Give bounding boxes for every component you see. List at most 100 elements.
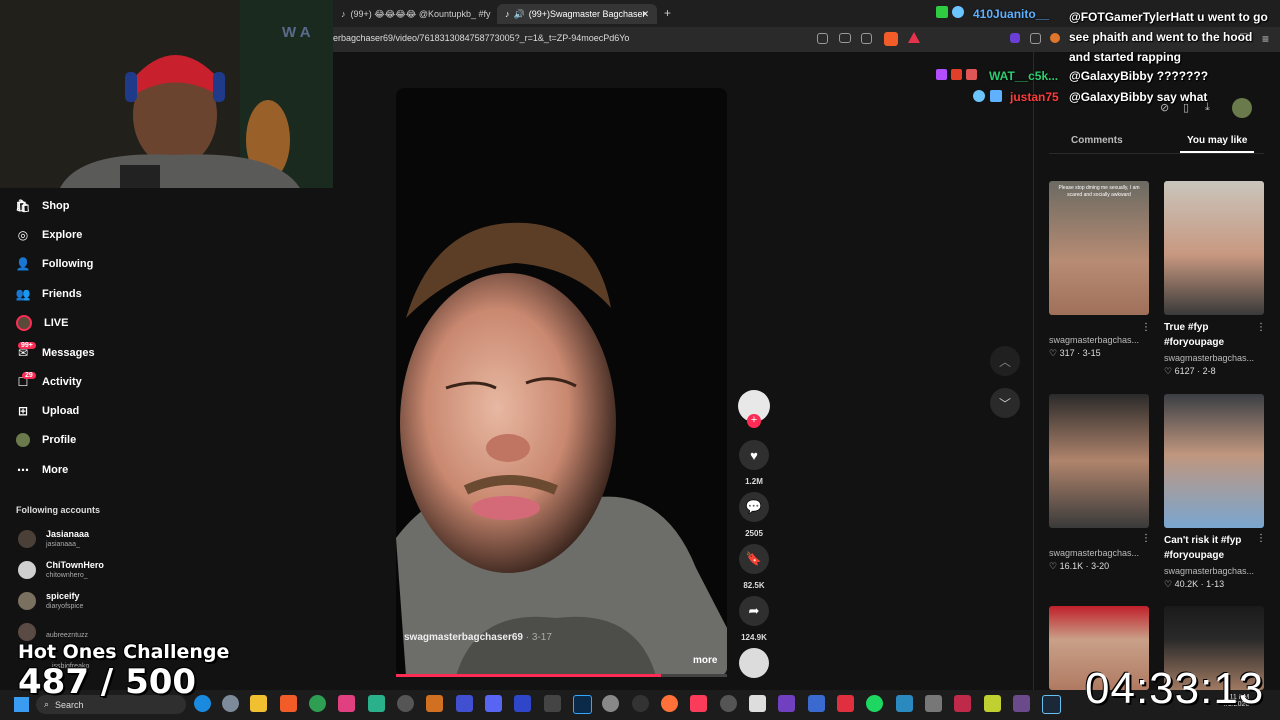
sidebar-item-shop[interactable]: 🛍 Shop <box>15 195 69 217</box>
sidebar-item-friends[interactable]: 👥 Friends <box>16 283 82 305</box>
app-icon[interactable] <box>896 695 913 712</box>
browser-tab[interactable]: ♪ (99+) 😂😂😂😂 @Kountupkb_ #fy <box>333 4 493 24</box>
app-icon[interactable] <box>368 695 385 712</box>
app-icon[interactable] <box>1013 695 1030 712</box>
video-thumbnail[interactable] <box>1164 181 1264 315</box>
brave-shield-icon[interactable] <box>884 32 898 46</box>
extension-icon[interactable] <box>1030 33 1041 44</box>
app-icon[interactable] <box>456 695 473 712</box>
edge-icon[interactable] <box>194 695 211 712</box>
previous-video-button[interactable]: ︿ <box>990 346 1020 376</box>
brave-rewards-icon[interactable] <box>908 32 920 43</box>
sidebar-item-label: Messages <box>42 347 95 359</box>
tab-you-may-like[interactable]: You may like <box>1187 135 1247 146</box>
user-avatar[interactable] <box>1232 98 1252 118</box>
account-name[interactable]: Jasianaaa <box>46 529 89 539</box>
extension-icon[interactable] <box>1010 33 1020 43</box>
activity-badge: 29 <box>22 372 36 379</box>
app-icon[interactable] <box>925 695 942 712</box>
sidebar-item-live[interactable]: LIVE <box>16 312 68 334</box>
rec-date: 3-20 <box>1091 561 1110 571</box>
video-thumbnail[interactable] <box>1164 394 1264 528</box>
video-player[interactable]: swagmasterbagchaser69 · 3-17 more <box>396 88 727 676</box>
app-icon[interactable] <box>426 695 443 712</box>
follow-plus-icon[interactable]: + <box>747 414 761 428</box>
sidebar-item-more[interactable]: ⋯ More <box>16 459 68 481</box>
comment-button[interactable]: 💬 <box>739 492 769 522</box>
rec-author[interactable]: swagmasterbagchas... <box>1164 566 1259 576</box>
music-disc-icon[interactable] <box>739 648 769 678</box>
extension-icon[interactable] <box>1050 33 1060 43</box>
avatar[interactable] <box>18 561 36 579</box>
app-icon[interactable] <box>514 695 531 712</box>
friends-icon: 👥 <box>15 287 31 301</box>
rec-stats: ♡ 317 · 3-15 <box>1049 348 1101 358</box>
avatar[interactable] <box>18 592 36 610</box>
app-icon[interactable] <box>778 695 795 712</box>
video-thumbnail[interactable] <box>1049 394 1149 528</box>
app-icon[interactable] <box>720 695 737 712</box>
settings-icon[interactable] <box>222 695 239 712</box>
cast-icon[interactable] <box>839 33 851 43</box>
profile-icon <box>16 433 30 447</box>
app-icon[interactable] <box>338 695 355 712</box>
app-icon[interactable] <box>749 695 766 712</box>
more-link[interactable]: more <box>693 655 717 666</box>
badge-icon <box>936 6 948 18</box>
sidebar-item-upload[interactable]: ⊞ Upload <box>16 400 79 422</box>
rec-title[interactable]: Can't risk it #fyp #foryoupage <box>1164 533 1259 563</box>
close-tab-icon[interactable]: ✕ <box>641 9 649 20</box>
rec-title[interactable]: True #fyp #foryoupage <box>1164 320 1259 350</box>
video-thumbnail[interactable]: Please stop dming me sexually, I am scar… <box>1049 181 1149 315</box>
upload-icon: ⊞ <box>17 404 29 418</box>
chat-username: 410Juanito__ <box>973 7 1049 21</box>
rec-author[interactable]: swagmasterbagchas... <box>1164 353 1259 363</box>
app-icon[interactable] <box>397 695 414 712</box>
browser-tab-active[interactable]: ♪ 🔊 (99+)Swagmaster Bagchaser ✕ <box>497 4 657 24</box>
sidebar-item-following[interactable]: 👤 Following <box>16 253 94 275</box>
video-author[interactable]: swagmasterbagchaser69 · 3-17 <box>404 632 552 643</box>
chevron-up-icon: ︿ <box>998 354 1011 369</box>
app-icon[interactable] <box>602 695 619 712</box>
sidebar-item-profile[interactable]: Profile <box>16 429 76 451</box>
app-icon[interactable] <box>984 695 1001 712</box>
chrome-icon[interactable] <box>309 695 326 712</box>
rec-author[interactable]: swagmasterbagchas... <box>1049 548 1144 558</box>
steam-icon[interactable] <box>1042 695 1061 714</box>
discord-icon[interactable] <box>485 695 502 712</box>
share-arrow-icon: ➦ <box>748 603 760 618</box>
share-icon[interactable] <box>861 33 872 44</box>
next-video-button[interactable]: ﹀ <box>990 388 1020 418</box>
brave-icon[interactable] <box>280 695 297 712</box>
author-name[interactable]: swagmasterbagchaser69 <box>404 632 523 643</box>
tab-comments[interactable]: Comments <box>1071 135 1123 146</box>
comment-icon: 💬 <box>745 499 763 514</box>
avatar[interactable] <box>18 623 36 641</box>
avatar[interactable] <box>18 530 36 548</box>
spotify-icon[interactable] <box>866 695 883 712</box>
save-button[interactable]: 🔖 <box>739 544 769 574</box>
sidebar-item-explore[interactable]: ◎ Explore <box>16 224 83 246</box>
rec-author[interactable]: swagmasterbagchas... <box>1049 335 1144 345</box>
account-name[interactable]: ChiTownHero <box>46 560 104 570</box>
photoshop-icon[interactable] <box>573 695 592 714</box>
like-button[interactable]: ♥ <box>739 440 769 470</box>
app-icon[interactable] <box>544 695 561 712</box>
rec-likes: 317 <box>1059 348 1075 358</box>
app-icon[interactable] <box>808 695 825 712</box>
app-icon[interactable] <box>632 695 649 712</box>
more-options-icon[interactable]: ⋮ <box>1141 322 1151 333</box>
new-tab-button[interactable]: + <box>664 6 671 20</box>
more-options-icon[interactable]: ⋮ <box>1141 533 1151 544</box>
account-name[interactable]: spiceify <box>46 591 80 601</box>
firefox-icon[interactable] <box>661 695 678 712</box>
share-button[interactable]: ➦ <box>739 596 769 626</box>
reader-mode-icon[interactable] <box>817 33 828 44</box>
app-icon[interactable] <box>837 695 854 712</box>
app-icon[interactable] <box>954 695 971 712</box>
music-icon[interactable] <box>690 695 707 712</box>
heart-icon: ♥ <box>750 447 758 463</box>
rec-stats: ♡ 6127 · 2-8 <box>1164 366 1216 376</box>
file-explorer-icon[interactable] <box>250 695 267 712</box>
url-text[interactable]: erbagchaser69/video/7618313084758773005?… <box>333 33 629 43</box>
